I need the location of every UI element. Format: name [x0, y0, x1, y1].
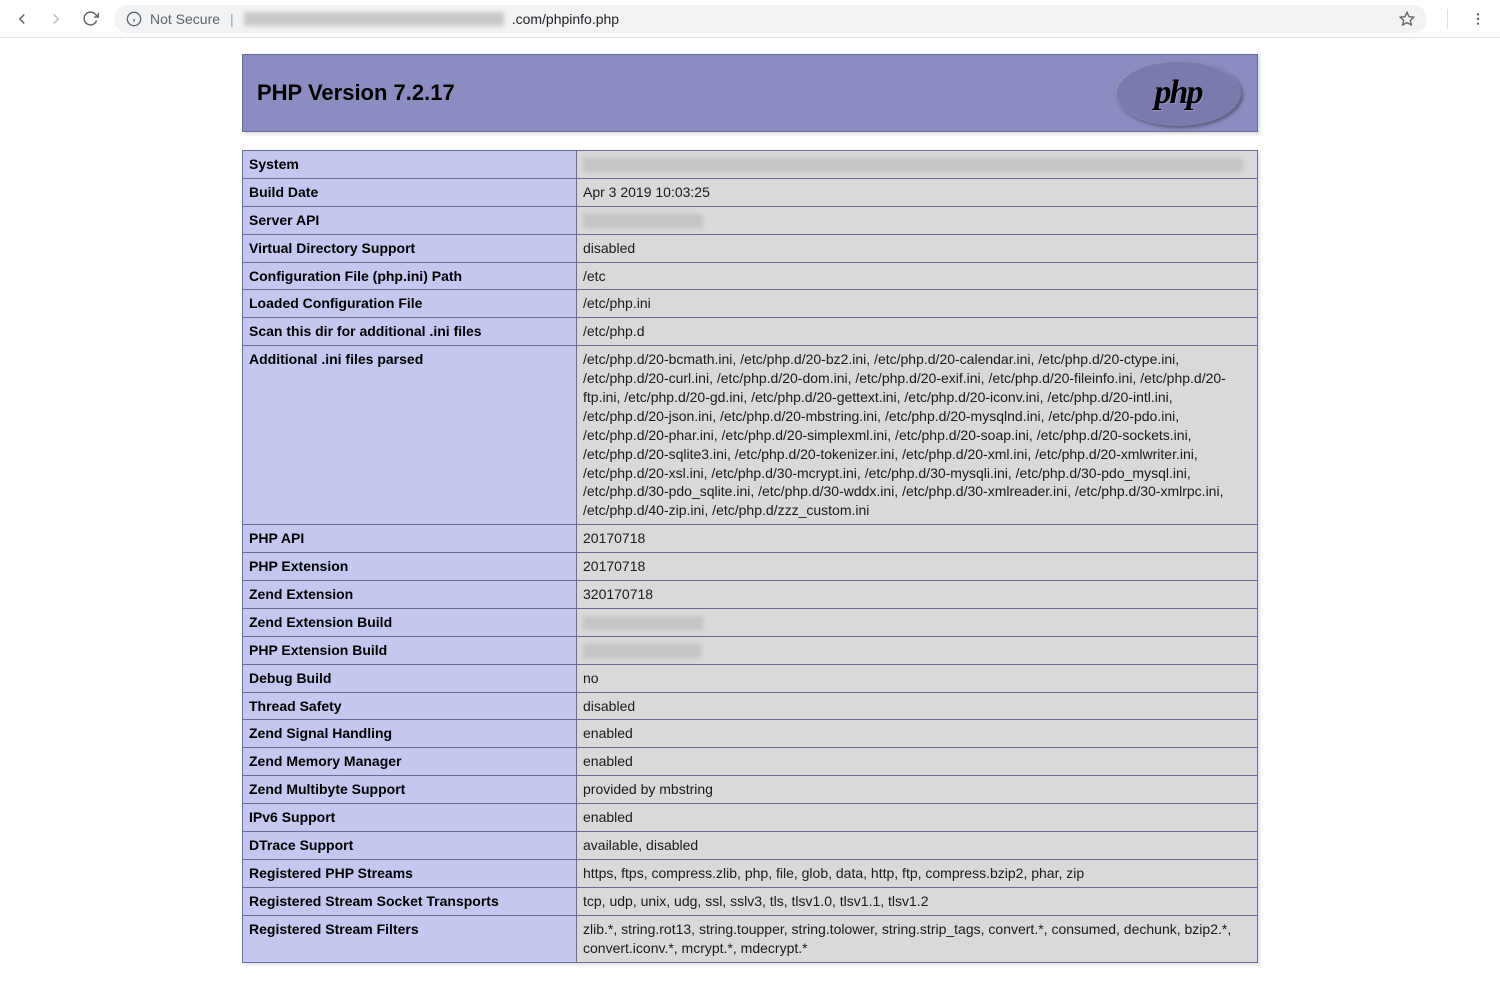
back-button[interactable]	[8, 5, 36, 33]
url-separator: |	[230, 11, 234, 27]
info-value: enabled	[577, 804, 1258, 832]
info-value: Apr 3 2019 10:03:25	[577, 178, 1258, 206]
info-value	[577, 608, 1258, 636]
address-bar[interactable]: Not Secure | .com/phpinfo.php	[114, 5, 1427, 33]
table-row: Configuration File (php.ini) Path/etc	[243, 262, 1258, 290]
table-row: Loaded Configuration File/etc/php.ini	[243, 290, 1258, 318]
table-row: DTrace Supportavailable, disabled	[243, 832, 1258, 860]
info-value: enabled	[577, 748, 1258, 776]
php-logo: php	[1113, 59, 1243, 127]
info-key: Scan this dir for additional .ini files	[243, 318, 577, 346]
table-row: System	[243, 151, 1258, 179]
info-value: https, ftps, compress.zlib, php, file, g…	[577, 859, 1258, 887]
info-value: tcp, udp, unix, udg, ssl, sslv3, tls, tl…	[577, 887, 1258, 915]
info-key: Virtual Directory Support	[243, 234, 577, 262]
page-content: PHP Version 7.2.17 php SystemBuild DateA…	[0, 38, 1500, 1003]
info-key: PHP API	[243, 525, 577, 553]
table-row: Additional .ini files parsed/etc/php.d/2…	[243, 346, 1258, 525]
redacted-value	[583, 158, 1243, 172]
info-value: 20170718	[577, 525, 1258, 553]
info-key: Zend Extension Build	[243, 608, 577, 636]
table-row: Server API	[243, 206, 1258, 234]
forward-button[interactable]	[42, 5, 70, 33]
info-key: Zend Multibyte Support	[243, 776, 577, 804]
info-value	[577, 636, 1258, 664]
bookmark-star-icon[interactable]	[1399, 11, 1415, 27]
info-key: DTrace Support	[243, 832, 577, 860]
info-value: 320170718	[577, 581, 1258, 609]
info-value: /etc	[577, 262, 1258, 290]
browser-toolbar: Not Secure | .com/phpinfo.php	[0, 0, 1500, 38]
table-row: Build DateApr 3 2019 10:03:25	[243, 178, 1258, 206]
info-key: Zend Memory Manager	[243, 748, 577, 776]
php-logo-text: php	[1155, 74, 1202, 112]
info-value: disabled	[577, 234, 1258, 262]
url-path: .com/phpinfo.php	[512, 11, 619, 27]
table-row: PHP API20170718	[243, 525, 1258, 553]
security-status: Not Secure	[150, 11, 220, 27]
table-row: Zend Extension320170718	[243, 581, 1258, 609]
info-key: Registered PHP Streams	[243, 859, 577, 887]
info-value: /etc/php.ini	[577, 290, 1258, 318]
table-row: PHP Extension20170718	[243, 553, 1258, 581]
php-version-title: PHP Version 7.2.17	[257, 80, 455, 106]
site-info-icon[interactable]	[126, 11, 142, 27]
info-key: IPv6 Support	[243, 804, 577, 832]
browser-menu-button[interactable]	[1464, 5, 1492, 33]
redacted-value	[583, 616, 703, 630]
table-row: Registered Stream Socket Transportstcp, …	[243, 887, 1258, 915]
info-value	[577, 151, 1258, 179]
info-key: Registered Stream Socket Transports	[243, 887, 577, 915]
php-header-banner: PHP Version 7.2.17 php	[242, 54, 1258, 132]
info-value: /etc/php.d/20-bcmath.ini, /etc/php.d/20-…	[577, 346, 1258, 525]
php-logo-ellipse: php	[1115, 60, 1241, 126]
info-value: provided by mbstring	[577, 776, 1258, 804]
table-row: Registered PHP Streamshttps, ftps, compr…	[243, 859, 1258, 887]
reload-button[interactable]	[76, 5, 104, 33]
phpinfo-table: SystemBuild DateApr 3 2019 10:03:25Serve…	[242, 150, 1258, 963]
info-key: System	[243, 151, 577, 179]
table-row: PHP Extension Build	[243, 636, 1258, 664]
table-row: Virtual Directory Supportdisabled	[243, 234, 1258, 262]
toolbar-divider	[1447, 9, 1448, 29]
info-key: Debug Build	[243, 664, 577, 692]
info-key: PHP Extension	[243, 553, 577, 581]
info-value: enabled	[577, 720, 1258, 748]
info-key: Configuration File (php.ini) Path	[243, 262, 577, 290]
table-row: Zend Memory Managerenabled	[243, 748, 1258, 776]
info-key: Thread Safety	[243, 692, 577, 720]
info-key: Build Date	[243, 178, 577, 206]
table-row: Zend Signal Handlingenabled	[243, 720, 1258, 748]
info-key: Zend Extension	[243, 581, 577, 609]
table-row: Thread Safetydisabled	[243, 692, 1258, 720]
info-value: available, disabled	[577, 832, 1258, 860]
table-row: Scan this dir for additional .ini files/…	[243, 318, 1258, 346]
info-key: Server API	[243, 206, 577, 234]
redacted-value	[583, 644, 701, 658]
info-value: disabled	[577, 692, 1258, 720]
table-row: Zend Extension Build	[243, 608, 1258, 636]
url-host-blurred	[244, 12, 504, 26]
info-value	[577, 206, 1258, 234]
info-key: Zend Signal Handling	[243, 720, 577, 748]
info-value: 20170718	[577, 553, 1258, 581]
table-row: Debug Buildno	[243, 664, 1258, 692]
info-value: no	[577, 664, 1258, 692]
redacted-value	[583, 214, 703, 228]
table-row: Zend Multibyte Supportprovided by mbstri…	[243, 776, 1258, 804]
info-key: Additional .ini files parsed	[243, 346, 577, 525]
info-key: Loaded Configuration File	[243, 290, 577, 318]
table-row: IPv6 Supportenabled	[243, 804, 1258, 832]
info-value: /etc/php.d	[577, 318, 1258, 346]
info-key: PHP Extension Build	[243, 636, 577, 664]
